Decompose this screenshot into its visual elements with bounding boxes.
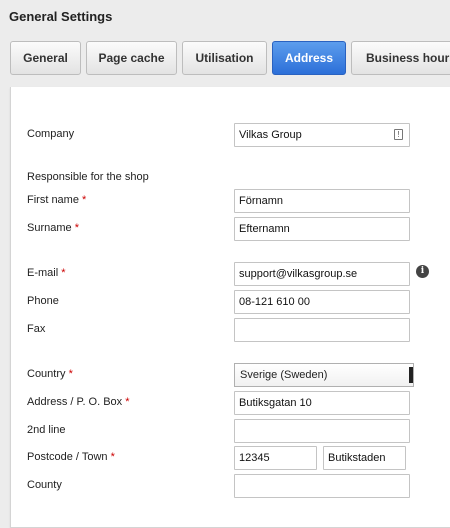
surname-field[interactable]: Efternamn [234,217,410,241]
tab-page-cache[interactable]: Page cache [86,41,177,75]
second-line-label: 2nd line [27,424,66,436]
tab-utilisation[interactable]: Utilisation [182,41,267,75]
first-name-label: First name * [27,194,86,206]
postcode-value: 12345 [239,452,270,464]
email-label-text: E-mail [27,267,59,279]
surname-label-text: Surname [27,222,72,234]
required-mark: * [68,368,73,380]
contact-card-icon[interactable]: ! [394,129,403,140]
country-select[interactable]: Sverige (Sweden) [234,363,414,387]
required-mark: * [74,222,79,234]
tab-address[interactable]: Address [272,41,346,75]
company-value: Vilkas Group [239,129,302,141]
company-label: Company [27,128,75,140]
second-line-field[interactable] [234,419,410,443]
required-mark: * [61,267,66,279]
country-value: Sverige (Sweden) [240,369,328,381]
phone-value: 08-121 610 00 [239,296,310,308]
fax-field[interactable] [234,318,410,342]
postcode-field[interactable]: 12345 [234,446,317,470]
phone-field[interactable]: 08-121 610 00 [234,290,410,314]
responsible-heading: Responsible for the shop [27,171,149,183]
surname-label: Surname * [27,222,79,234]
first-name-label-text: First name [27,194,79,206]
country-label-text: Country [27,368,66,380]
tab-page-cache-label: Page cache [98,51,165,65]
first-name-value: Förnamn [239,195,284,207]
postcode-town-label-text: Postcode / Town [27,451,108,463]
email-field[interactable]: support@vilkasgroup.se [234,262,410,286]
address-field[interactable]: Butiksgatan 10 [234,391,410,415]
county-label: County [27,479,62,491]
surname-value: Efternamn [239,223,290,235]
town-value: Butikstaden [328,452,386,464]
tab-general[interactable]: General [10,41,81,75]
email-value: support@vilkasgroup.se [239,268,358,280]
address-value: Butiksgatan 10 [239,397,312,409]
first-name-field[interactable]: Förnamn [234,189,410,213]
tab-utilisation-label: Utilisation [195,51,254,65]
info-icon[interactable]: i [416,265,429,278]
email-label: E-mail * [27,267,66,279]
tab-address-label: Address [284,51,334,65]
address-label-text: Address / P. O. Box [27,396,123,408]
required-mark: * [125,396,130,408]
county-field[interactable] [234,474,410,498]
tab-business-hours[interactable]: Business hours [351,41,450,75]
tab-general-label: General [23,51,68,65]
required-mark: * [110,451,115,463]
country-label: Country * [27,368,73,380]
dropdown-arrow-icon [409,367,413,383]
phone-label: Phone [27,295,59,307]
postcode-town-label: Postcode / Town * [27,451,115,463]
company-field[interactable]: Vilkas Group ! [234,123,410,147]
required-mark: * [82,194,87,206]
tab-business-hours-label: Business hours [366,51,450,65]
address-label: Address / P. O. Box * [27,396,130,408]
fax-label: Fax [27,323,46,335]
town-field[interactable]: Butikstaden [323,446,406,470]
page-title: General Settings [9,9,113,24]
